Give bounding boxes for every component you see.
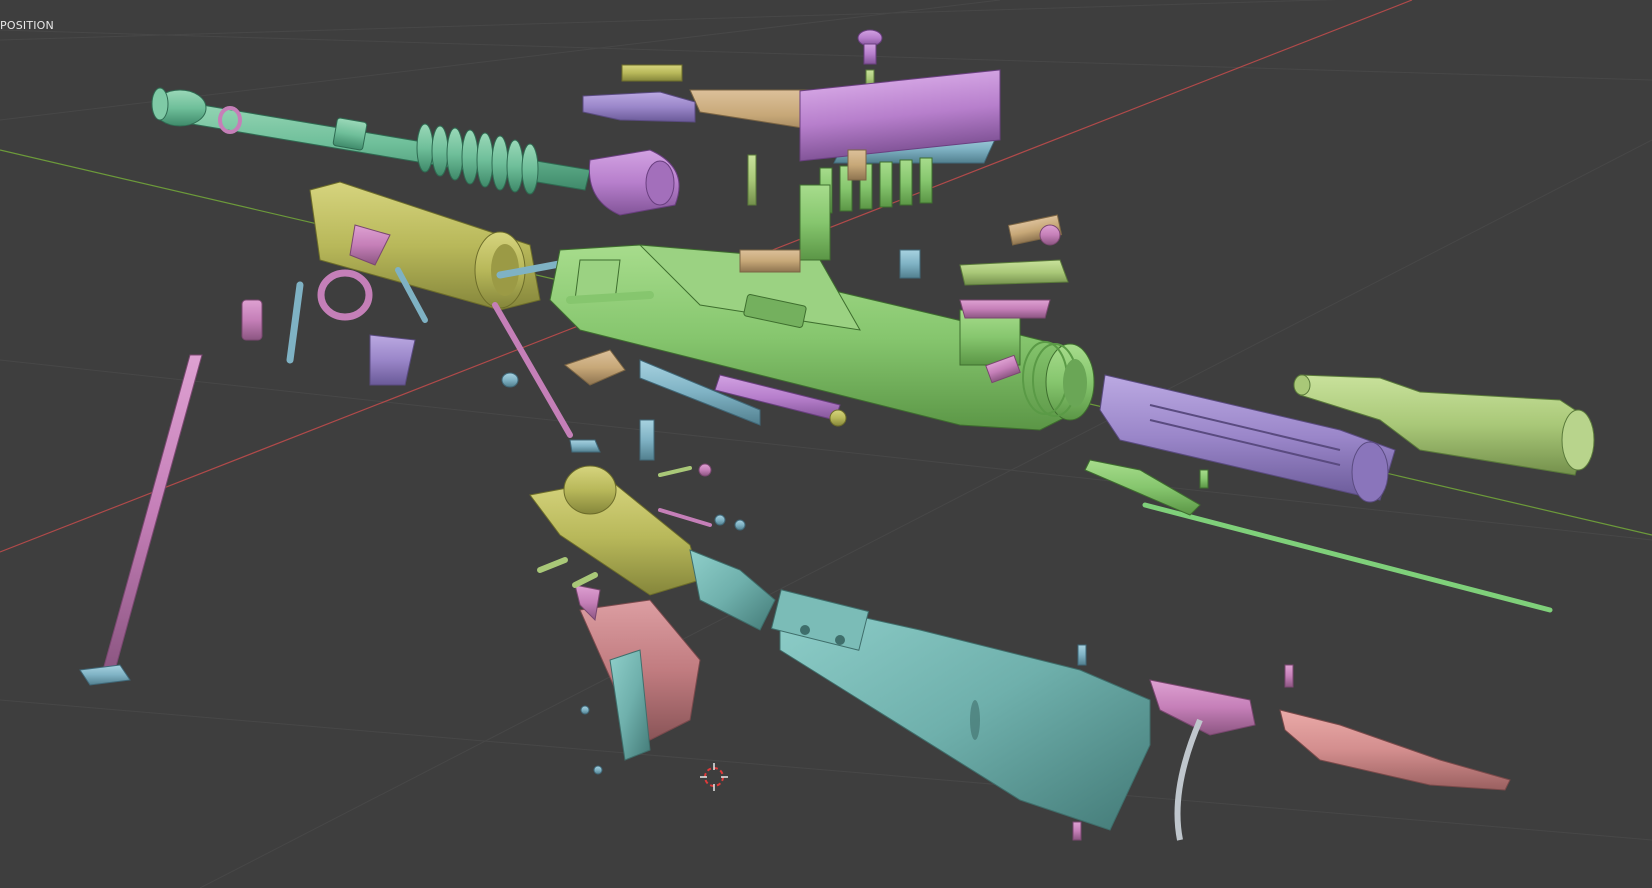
cartridge-guide[interactable] (739, 249, 801, 273)
receiver-loop[interactable] (317, 269, 373, 321)
feed-block-ribs (819, 157, 933, 214)
sight-leaf[interactable] (621, 64, 683, 82)
upper-receiver[interactable] (309, 181, 574, 321)
operating-rod[interactable] (1142, 502, 1553, 613)
bolt-head[interactable] (369, 334, 416, 386)
feed-arm[interactable] (959, 259, 1069, 286)
scene-canvas[interactable] (0, 0, 1652, 888)
charging-handle[interactable] (563, 349, 626, 386)
trigger-group[interactable] (529, 419, 776, 761)
buffer-cap[interactable] (241, 299, 263, 341)
barrel-cooling-fins (416, 123, 539, 195)
bipod-leg[interactable] (79, 354, 203, 686)
3d-viewport[interactable]: POSITION (0, 0, 1652, 888)
charging-handle-rod[interactable] (566, 291, 654, 304)
3d-cursor-icon[interactable] (700, 763, 728, 791)
shoulder-rest-bracket[interactable] (1149, 679, 1256, 736)
bolt-carrier-group[interactable] (1084, 374, 1595, 613)
rear-sight-base[interactable] (582, 91, 696, 123)
butt-stock[interactable] (770, 589, 1511, 841)
viewport-view-label: POSITION (0, 19, 54, 32)
buttplate[interactable] (1279, 709, 1511, 791)
